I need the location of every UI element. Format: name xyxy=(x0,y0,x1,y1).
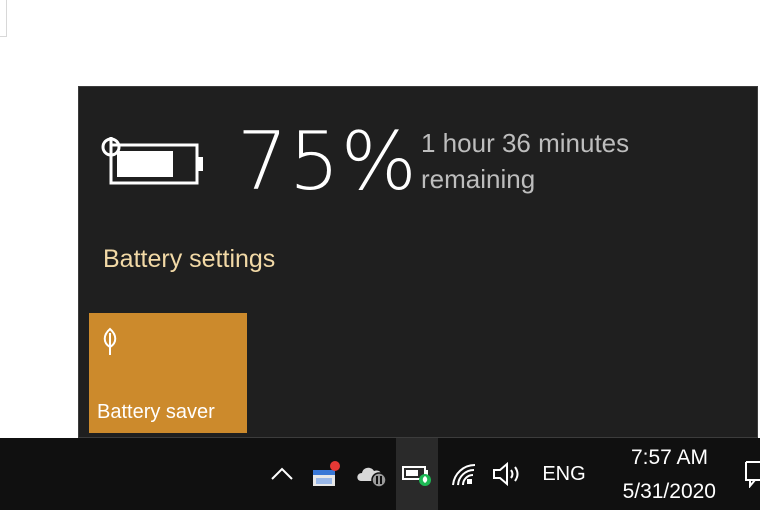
wifi-icon xyxy=(452,463,476,486)
battery-flyout: 75% 1 hour 36 minutes remaining Battery … xyxy=(78,86,758,438)
onedrive-button[interactable] xyxy=(352,438,392,510)
screen: 75% 1 hour 36 minutes remaining Battery … xyxy=(0,0,760,510)
volume-icon xyxy=(493,461,519,487)
input-language-button[interactable]: ENG xyxy=(536,438,592,510)
battery-icon xyxy=(101,137,203,185)
time-remaining: 1 hour 36 minutes remaining xyxy=(421,125,721,197)
chevron-up-icon xyxy=(271,467,293,480)
clock-button[interactable]: 7:57 AM 5/31/2020 xyxy=(604,438,722,510)
language-indicator: ENG xyxy=(542,462,586,485)
app-notification-icon xyxy=(313,461,340,486)
time-remaining-line1: 1 hour 36 minutes xyxy=(421,128,630,158)
desktop-background-corner xyxy=(0,0,7,37)
notification-center-icon[interactable] xyxy=(744,460,760,488)
battery-settings-link[interactable]: Battery settings xyxy=(103,245,275,274)
show-hidden-icons-button[interactable] xyxy=(266,438,298,510)
network-button[interactable] xyxy=(446,438,482,510)
onedrive-paused-icon xyxy=(357,467,387,487)
battery-tray-button[interactable] xyxy=(396,438,438,510)
battery-percentage: 75% xyxy=(237,115,418,208)
clock-date: 5/31/2020 xyxy=(622,480,716,503)
battery-saver-label: Battery saver xyxy=(97,401,215,423)
leaf-icon xyxy=(103,327,117,355)
volume-button[interactable] xyxy=(488,438,526,510)
battery-saver-icon xyxy=(402,466,431,486)
time-remaining-line2: remaining xyxy=(421,164,536,194)
taskbar: ENG 7:57 AM 5/31/2020 xyxy=(0,438,760,510)
tray-app-button[interactable] xyxy=(306,438,344,510)
battery-saver-tile[interactable]: Battery saver xyxy=(89,313,247,433)
clock-time: 7:57 AM xyxy=(630,446,708,469)
